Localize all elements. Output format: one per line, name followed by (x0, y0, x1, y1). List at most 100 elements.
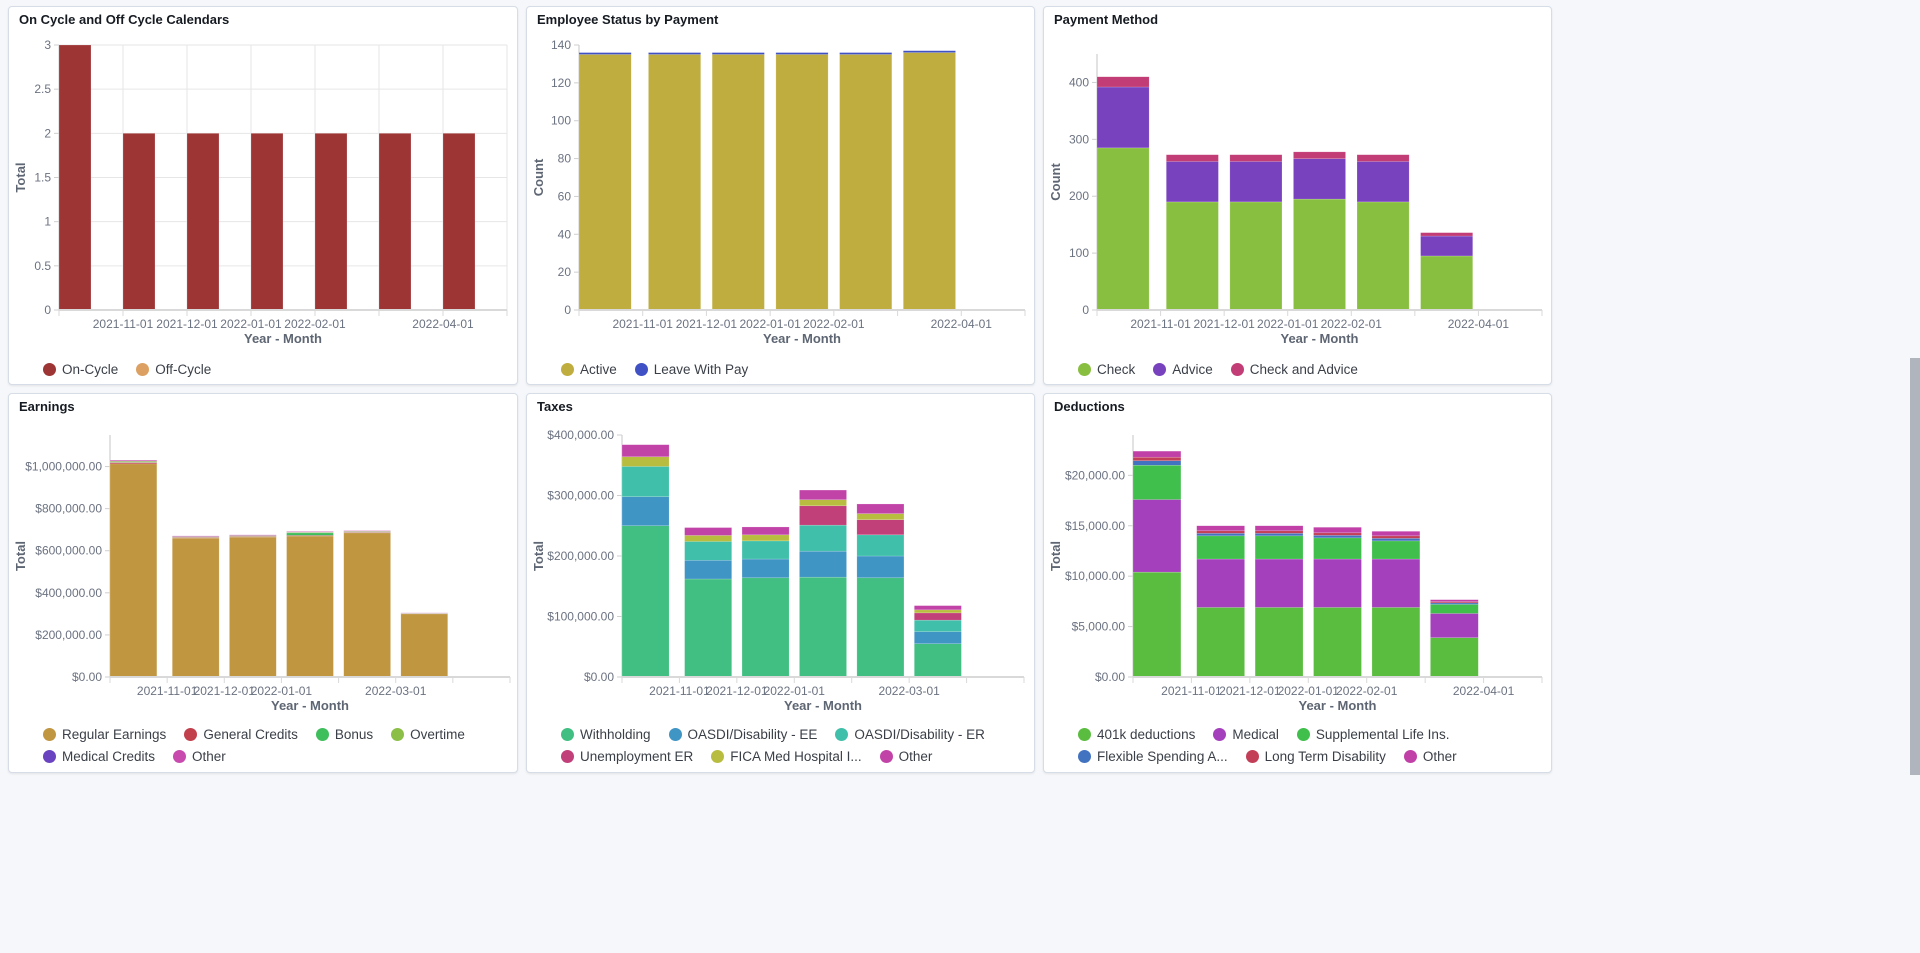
bar-oasdi-disability-er-2021-10-01[interactable] (621, 466, 670, 497)
legend-item-medical[interactable]: Medical (1213, 726, 1279, 742)
bar-flexible-spending-a-2022-01-01[interactable] (1313, 535, 1362, 539)
bar-other-2021-11-01[interactable] (1196, 525, 1245, 532)
bar-active-2022-01-01[interactable] (775, 54, 829, 311)
bar-flexible-spending-a-2022-02-01[interactable] (1371, 538, 1421, 542)
bar-leave-with-pay-2021-10-01[interactable] (578, 52, 632, 55)
bar-other-2021-11-01[interactable] (172, 535, 220, 537)
scrollbar-thumb[interactable] (1910, 358, 1920, 775)
bar-supplemental-life-ins-2022-03-01[interactable] (1430, 604, 1479, 614)
bar-check-2021-10-01[interactable] (1096, 147, 1150, 311)
bar-bonus-2022-01-01[interactable] (286, 532, 334, 536)
bar-active-2021-11-01[interactable] (648, 54, 701, 311)
legend-item-active[interactable]: Active (561, 361, 617, 377)
bar-other-2022-01-01[interactable] (799, 489, 847, 500)
bar-fica-med-hospital-i-2021-11-01[interactable] (684, 535, 732, 542)
bar-check-and-advice-2022-03-01[interactable] (1420, 232, 1473, 237)
bar-flexible-spending-a-2021-12-01[interactable] (1254, 533, 1304, 537)
bar-401k-deductions-2022-02-01[interactable] (1371, 607, 1421, 678)
legend-item-leave-with-pay[interactable]: Leave With Pay (634, 361, 748, 377)
bar-fica-med-hospital-i-2022-02-01[interactable] (856, 513, 905, 520)
bar-on-cycle-2021-11-01[interactable] (122, 133, 156, 311)
bar-active-2022-03-01[interactable] (903, 52, 956, 311)
bar-advice-2021-10-01[interactable] (1096, 86, 1150, 149)
bar-oasdi-disability-ee-2022-02-01[interactable] (856, 555, 905, 579)
bar-other-2022-01-01[interactable] (286, 531, 334, 533)
legend-item-oasdi-disability-ee[interactable]: OASDI/Disability - EE (668, 726, 817, 742)
legend-item-check-and-advice[interactable]: Check and Advice (1230, 361, 1358, 377)
legend-item-bonus[interactable]: Bonus (315, 726, 373, 742)
bar-check-2021-11-01[interactable] (1166, 201, 1219, 311)
bar-check-2022-01-01[interactable] (1293, 198, 1346, 311)
bar-other-2022-03-01[interactable] (914, 605, 962, 611)
legend-item-advice[interactable]: Advice (1153, 361, 1213, 377)
legend-item-medical-credits[interactable]: Medical Credits (43, 748, 155, 764)
bar-withholding-2021-11-01[interactable] (684, 578, 732, 678)
bar-long-term-disability-2022-02-01[interactable] (1371, 535, 1421, 539)
bar-medical-2022-02-01[interactable] (1371, 558, 1421, 608)
bar-other-2021-10-01[interactable] (109, 459, 158, 462)
legend-item-off-cycle[interactable]: Off-Cycle (136, 361, 211, 377)
bar-advice-2021-12-01[interactable] (1229, 161, 1283, 203)
legend-item-overtime[interactable]: Overtime (391, 726, 465, 742)
bar-active-2022-02-01[interactable] (839, 54, 893, 311)
bar-oasdi-disability-er-2021-12-01[interactable] (741, 540, 790, 560)
bar-check-and-advice-2022-02-01[interactable] (1356, 154, 1410, 162)
bar-supplemental-life-ins-2021-10-01[interactable] (1132, 465, 1182, 500)
bar-oasdi-disability-er-2021-11-01[interactable] (684, 541, 732, 561)
bar-withholding-2021-12-01[interactable] (741, 577, 790, 678)
bar-401k-deductions-2022-01-01[interactable] (1313, 607, 1362, 678)
bar-long-term-disability-2021-10-01[interactable] (1132, 456, 1182, 461)
bar-oasdi-disability-er-2022-03-01[interactable] (914, 619, 962, 632)
bar-other-2021-10-01[interactable] (621, 444, 670, 458)
legend-item-check[interactable]: Check (1078, 361, 1135, 377)
bar-oasdi-disability-ee-2021-11-01[interactable] (684, 559, 732, 580)
bar-oasdi-disability-ee-2022-03-01[interactable] (914, 631, 962, 644)
legend-item-other[interactable]: Other (879, 748, 932, 764)
bar-supplemental-life-ins-2022-01-01[interactable] (1313, 537, 1362, 560)
bar-long-term-disability-2021-12-01[interactable] (1254, 530, 1304, 534)
bar-regular-earnings-2022-03-01[interactable] (400, 613, 448, 678)
bar-leave-with-pay-2022-01-01[interactable] (775, 52, 829, 55)
bar-on-cycle-2022-03-01[interactable] (378, 133, 412, 311)
bar-regular-earnings-2021-12-01[interactable] (229, 536, 277, 678)
legend-item-withholding[interactable]: Withholding (561, 726, 651, 742)
bar-fica-med-hospital-i-2022-03-01[interactable] (914, 609, 962, 614)
bar-oasdi-disability-ee-2021-12-01[interactable] (741, 558, 790, 579)
bar-active-2021-12-01[interactable] (711, 54, 765, 311)
bar-long-term-disability-2022-01-01[interactable] (1313, 532, 1362, 536)
bar-supplemental-life-ins-2021-12-01[interactable] (1254, 535, 1304, 560)
bar-on-cycle-2022-02-01[interactable] (314, 133, 348, 311)
legend-item-supplemental-life-ins[interactable]: Supplemental Life Ins. (1296, 726, 1449, 742)
legend-item-long-term-disability[interactable]: Long Term Disability (1245, 748, 1386, 764)
bar-withholding-2022-03-01[interactable] (914, 643, 962, 678)
bar-advice-2022-03-01[interactable] (1420, 235, 1473, 257)
bar-regular-earnings-2021-10-01[interactable] (109, 463, 158, 678)
bar-401k-deductions-2021-10-01[interactable] (1132, 571, 1182, 678)
bar-oasdi-disability-er-2022-02-01[interactable] (856, 534, 905, 557)
vertical-scrollbar[interactable] (1908, 0, 1920, 953)
bar-medical-2021-12-01[interactable] (1254, 558, 1304, 608)
bar-regular-earnings-2021-11-01[interactable] (172, 537, 220, 678)
legend-item-on-cycle[interactable]: On-Cycle (43, 361, 118, 377)
bar-leave-with-pay-2022-02-01[interactable] (839, 52, 893, 55)
bar-on-cycle-2022-04-01[interactable] (442, 133, 476, 311)
bar-flexible-spending-a-2021-11-01[interactable] (1196, 533, 1245, 537)
bar-unemployment-er-2022-02-01[interactable] (856, 519, 905, 536)
bar-supplemental-life-ins-2021-11-01[interactable] (1196, 535, 1245, 560)
bar-check-2022-02-01[interactable] (1356, 201, 1410, 311)
bar-other-2021-12-01[interactable] (741, 526, 790, 536)
bar-check-and-advice-2021-10-01[interactable] (1096, 76, 1150, 88)
bar-check-2021-12-01[interactable] (1229, 201, 1283, 311)
legend-item-general-credits[interactable]: General Credits (184, 726, 298, 742)
bar-401k-deductions-2022-03-01[interactable] (1430, 637, 1479, 678)
bar-medical-2022-01-01[interactable] (1313, 558, 1362, 608)
legend-item-flexible-spending-a[interactable]: Flexible Spending A... (1078, 748, 1228, 764)
bar-long-term-disability-2021-11-01[interactable] (1196, 530, 1245, 534)
bar-regular-earnings-2022-02-01[interactable] (343, 532, 391, 678)
bar-check-2022-03-01[interactable] (1420, 255, 1473, 311)
bar-other-2022-02-01[interactable] (343, 530, 391, 532)
bar-check-and-advice-2022-01-01[interactable] (1293, 151, 1346, 159)
bar-other-2022-03-01[interactable] (1430, 599, 1479, 602)
legend-item-oasdi-disability-er[interactable]: OASDI/Disability - ER (835, 726, 985, 742)
bar-other-2022-02-01[interactable] (1371, 531, 1421, 537)
